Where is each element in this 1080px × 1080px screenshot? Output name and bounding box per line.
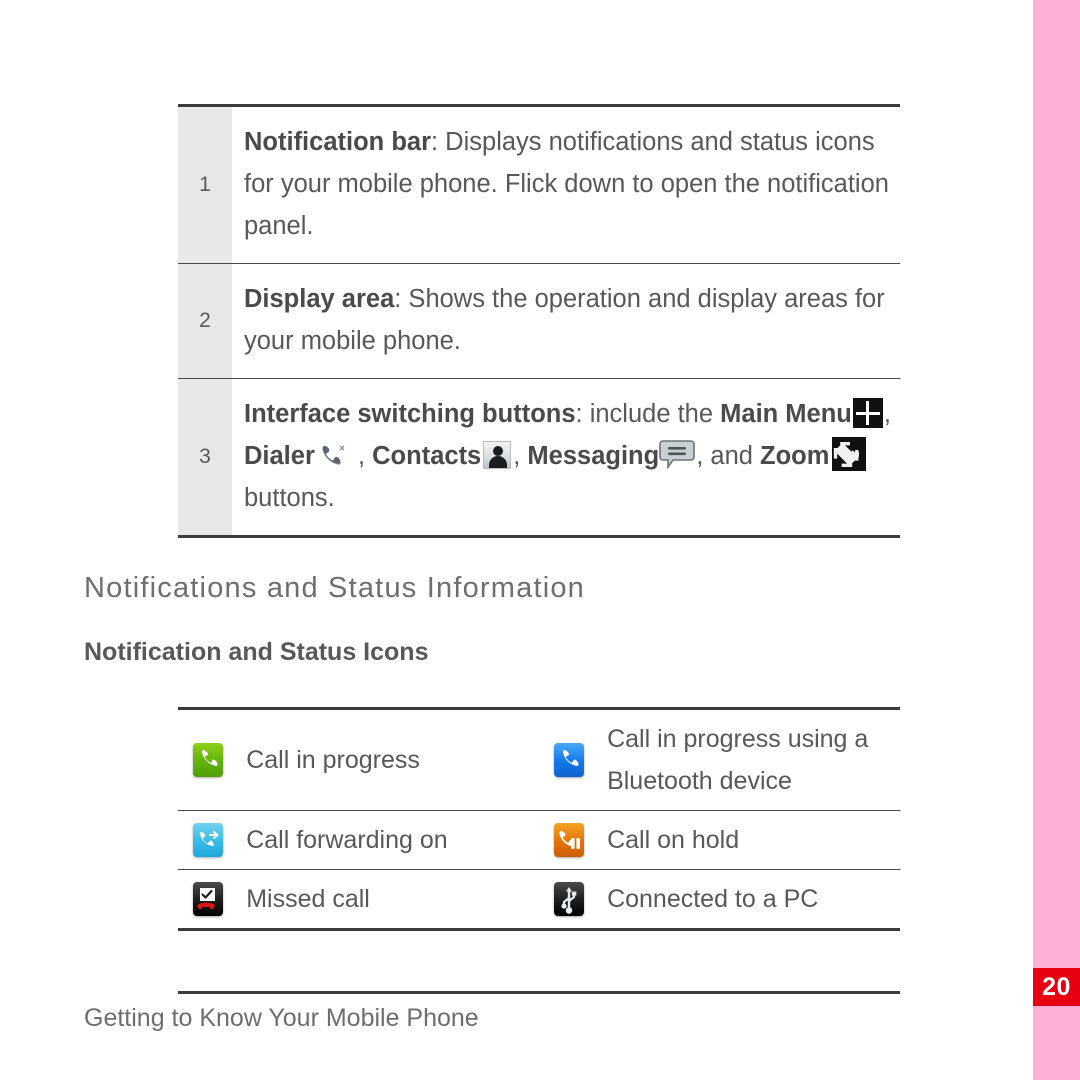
row-term: Notification bar (244, 128, 432, 156)
call-forwarding-icon (193, 823, 224, 857)
zoom-label: Zoom (760, 442, 830, 470)
icon-cell (178, 870, 238, 930)
table-row: 1 Notification bar: Displays notificatio… (178, 105, 900, 264)
table-row: Missed call Connected to a PC (178, 870, 900, 930)
table-row: Call forwarding on Call on hold (178, 811, 900, 870)
page-edge-tab (1033, 0, 1080, 1080)
dialer-handset-icon (318, 441, 348, 467)
row-detail-seg: , and (696, 442, 761, 470)
row-detail-seg: buttons. (244, 484, 335, 513)
main-menu-grid-icon (852, 398, 883, 429)
row-number: 3 (178, 378, 232, 537)
row-description: Interface switching buttons: include the… (232, 379, 900, 537)
footer-divider (178, 991, 900, 994)
icon-label: Call in progress (246, 746, 420, 774)
icon-label: Connected to a PC (607, 885, 819, 913)
subsection-heading: Notification and Status Icons (84, 638, 429, 666)
dialer-label: Dialer (244, 442, 315, 470)
contacts-person-icon (483, 440, 512, 469)
icon-label: Call on hold (607, 826, 740, 854)
main-menu-label: Main Menu (720, 400, 852, 428)
messaging-bubble-icon (659, 439, 696, 470)
phone-parts-table: 1 Notification bar: Displays notificatio… (178, 104, 900, 538)
call-on-hold-icon (553, 823, 584, 857)
icon-cell (178, 709, 238, 811)
table-row: 3 Interface switching buttons: include t… (178, 378, 900, 537)
row-description: Display area: Shows the operation and di… (232, 264, 900, 379)
icon-cell (178, 811, 238, 870)
icon-cell (539, 811, 599, 870)
icon-label: Call forwarding on (246, 826, 448, 854)
call-in-progress-icon (193, 743, 224, 777)
status-icons-table: Call in progress Call in progress using … (178, 707, 900, 931)
row-term: Interface switching buttons (244, 400, 576, 428)
icon-label: Missed call (246, 885, 370, 913)
table-row: 2 Display area: Shows the operation and … (178, 263, 900, 379)
row-description: Notification bar: Displays notifications… (232, 106, 900, 264)
call-in-progress-bluetooth-icon (553, 743, 584, 777)
row-detail-seg: , (513, 442, 528, 470)
row-number: 2 (178, 263, 232, 379)
row-term: Display area (244, 285, 395, 313)
icon-label: Call in progress using a Bluetooth devic… (607, 725, 869, 795)
missed-call-icon (193, 882, 224, 916)
zoom-arrow-icon (832, 437, 867, 472)
icon-cell (539, 709, 599, 811)
messaging-label: Messaging (527, 442, 660, 470)
section-heading: Notifications and Status Information (84, 572, 585, 604)
usb-connected-icon (553, 882, 584, 916)
row-detail-seg: , (350, 442, 373, 470)
row-detail-seg: : include the (575, 400, 721, 428)
icon-cell (539, 870, 599, 930)
footer-chapter-title: Getting to Know Your Mobile Phone (84, 1004, 479, 1032)
document-page: 1 Notification bar: Displays notificatio… (0, 0, 1033, 1080)
row-number: 1 (178, 105, 232, 264)
page-number-badge: 20 (1033, 968, 1080, 1006)
row-detail-seg: , (883, 400, 891, 428)
contacts-label: Contacts (372, 442, 482, 470)
table-row: Call in progress Call in progress using … (178, 708, 900, 811)
